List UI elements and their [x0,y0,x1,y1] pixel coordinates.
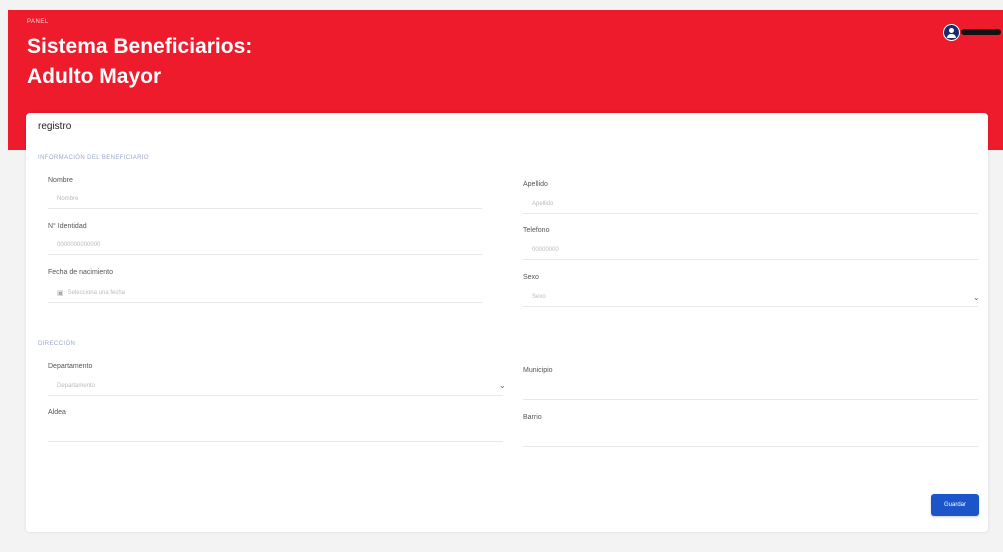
departamento-placeholder: Departamento [57,382,96,389]
municipio-label: Municipio [523,367,553,374]
section-address: DIRECCIÓN [38,341,76,347]
card-title: registro [38,121,72,132]
apellido-input[interactable]: Apellido [523,194,978,214]
telefono-placeholder: 00000000 [532,246,559,253]
nombre-label: Nombre [48,177,73,184]
fecha-input[interactable]: ▣ Selecciona una fecha [48,283,482,303]
section-beneficiary-info: INFORMACIÓN DEL BENEFICIARIO [38,155,149,161]
save-button[interactable]: Guardar [931,494,979,516]
telefono-input[interactable]: 00000000 [523,240,978,260]
fecha-label: Fecha de nacimiento [48,269,113,276]
identidad-input[interactable]: 0000000000000 [48,235,482,255]
barrio-select[interactable] [523,427,978,447]
nombre-placeholder: Nombre [57,195,79,202]
apellido-placeholder: Apellido [532,200,554,207]
identidad-label: N° Identidad [48,223,87,230]
registration-card: registro INFORMACIÓN DEL BENEFICIARIO No… [26,113,988,532]
page-title: Sistema Beneficiarios: Adulto Mayor [27,35,253,88]
chevron-down-icon[interactable]: ⌄ [973,293,980,302]
fecha-placeholder: Selecciona una fecha [67,289,125,296]
user-avatar-icon[interactable] [943,24,960,41]
aldea-label: Aldea [48,409,66,416]
sexo-label: Sexo [523,274,539,281]
sexo-select[interactable]: Sexo [523,287,978,307]
apellido-label: Apellido [523,181,548,188]
chevron-down-icon[interactable]: ⌄ [499,381,506,390]
user-menu-indicator[interactable] [961,29,1001,35]
telefono-label: Telefono [523,227,550,234]
identidad-placeholder: 0000000000000 [57,241,101,248]
nombre-input[interactable]: Nombre [48,189,482,209]
breadcrumb[interactable]: PANEL [27,19,49,25]
municipio-select[interactable] [523,380,978,400]
aldea-select[interactable] [48,422,503,442]
sexo-placeholder: Sexo [532,293,546,300]
barrio-label: Barrio [523,414,542,421]
departamento-label: Departamento [48,363,93,370]
departamento-select[interactable]: Departamento [48,376,503,396]
calendar-icon[interactable]: ▣ [57,289,64,297]
